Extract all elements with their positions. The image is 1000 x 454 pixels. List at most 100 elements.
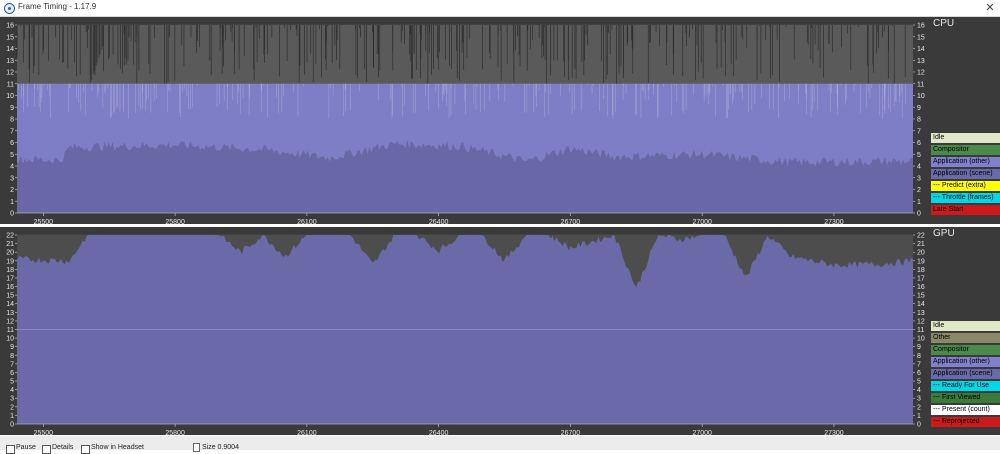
y-tick-label-left: 13 bbox=[6, 58, 14, 65]
legend-item: Compositor bbox=[931, 345, 1000, 355]
y-tick-label-left: 4 bbox=[10, 387, 14, 394]
x-tick-label: 26100 bbox=[297, 219, 317, 224]
y-tick-label-right: 0 bbox=[917, 422, 921, 429]
y-tick-label-left: 7 bbox=[10, 361, 14, 368]
y-tick-label-right: 2 bbox=[917, 404, 921, 411]
y-tick-label-right: 12 bbox=[917, 70, 925, 77]
y-tick-label-left: 12 bbox=[6, 70, 14, 77]
y-tick-label-left: 7 bbox=[10, 128, 14, 135]
y-tick-label-left: 11 bbox=[7, 81, 14, 88]
y-tick-label-left: 9 bbox=[10, 105, 14, 112]
y-tick-label-right: 10 bbox=[917, 93, 925, 100]
y-tick-label-left: 14 bbox=[6, 301, 14, 308]
y-tick-label-right: 19 bbox=[917, 258, 925, 265]
y-tick-label-right: 14 bbox=[917, 46, 925, 53]
y-tick-label-left: 3 bbox=[10, 175, 14, 182]
y-tick-label-left: 5 bbox=[10, 152, 14, 159]
legend-item: --- First Viewed bbox=[931, 393, 1000, 403]
y-tick-label-right: 4 bbox=[917, 387, 921, 394]
legend-item: Application (other) bbox=[931, 357, 1000, 367]
y-tick-label-left: 0 bbox=[10, 211, 14, 218]
y-tick-label-right: 8 bbox=[917, 353, 921, 360]
y-tick-label-left: 4 bbox=[10, 164, 14, 171]
y-tick-label-right: 1 bbox=[917, 199, 921, 206]
y-tick-label-left: 12 bbox=[6, 318, 14, 325]
y-tick-label-right: 16 bbox=[917, 23, 925, 30]
y-tick-label-left: 19 bbox=[6, 258, 14, 265]
y-tick-label-left: 21 bbox=[6, 241, 14, 248]
title-bar: Frame Timing - 1.17.9 ✕ bbox=[0, 0, 1000, 17]
y-tick-label-left: 1 bbox=[10, 413, 14, 420]
y-tick-label-right: 3 bbox=[917, 175, 921, 182]
close-button[interactable]: ✕ bbox=[982, 0, 998, 16]
y-tick-label-left: 8 bbox=[10, 117, 14, 124]
y-tick-label-left: 2 bbox=[10, 187, 14, 194]
y-tick-label-right: 6 bbox=[917, 140, 921, 147]
y-tick-label-right: 7 bbox=[917, 128, 921, 135]
y-tick-label-right: 21 bbox=[917, 241, 925, 248]
y-tick-label-right: 8 bbox=[917, 117, 921, 124]
gpu-panel: 0 0 1 1 2 2 3 3 4 4 5 5 6 6 7 7 8 8 9 9 10 10 11 11 12 12 13 13 14 14… bbox=[0, 227, 1000, 435]
y-tick-label-right: 7 bbox=[917, 361, 921, 368]
y-tick-label-right: 9 bbox=[917, 344, 921, 351]
y-tick-label-left: 17 bbox=[6, 275, 14, 282]
y-tick-label-right: 20 bbox=[917, 250, 925, 257]
x-tick-label: 25800 bbox=[165, 219, 185, 224]
legend-item: --- Present (count) bbox=[931, 405, 1000, 415]
y-tick-label-left: 14 bbox=[6, 46, 14, 53]
app-icon bbox=[4, 3, 15, 14]
x-tick-label: 27000 bbox=[692, 430, 712, 435]
y-tick-label-right: 17 bbox=[917, 275, 925, 282]
y-tick-label-left: 18 bbox=[6, 267, 14, 274]
y-tick-label-left: 15 bbox=[6, 293, 14, 300]
y-tick-label-left: 10 bbox=[6, 93, 14, 100]
y-tick-label-right: 5 bbox=[917, 152, 921, 159]
y-tick-label-left: 5 bbox=[10, 379, 14, 386]
legend-item: --- Throttle (frames) bbox=[931, 193, 1000, 203]
cpu-chart: 0 01 12 23 34 45 56 67 78 89 910 1011 1112 1213 1314 14… bbox=[6, 23, 925, 225]
y-tick-label-right: 18 bbox=[917, 267, 925, 274]
x-tick-label: 26400 bbox=[429, 430, 449, 435]
window-title: Frame Timing - 1.17.9 bbox=[18, 2, 97, 11]
cpu-panel: 0 0 1 1 2 2 3 3 4 4 5 5 6 6 7 7 8 8 9 9 10 10 11 11 12 12 13 13 14 14… bbox=[0, 17, 1000, 224]
scale-slider-thumb[interactable] bbox=[193, 443, 200, 452]
y-tick-label-left: 16 bbox=[6, 23, 14, 30]
bottom-controls: Pause Details Show in Headset Size 0.900… bbox=[0, 436, 1000, 454]
y-tick-label-left: 16 bbox=[6, 284, 14, 291]
legend-item: --- Predict (extra) bbox=[931, 181, 1000, 191]
y-tick-label-right: 10 bbox=[917, 336, 925, 343]
legend-item: Other bbox=[931, 333, 1000, 343]
x-tick-label: 26700 bbox=[561, 430, 581, 435]
x-tick-label: 27300 bbox=[824, 219, 844, 224]
y-tick-label-left: 11 bbox=[7, 327, 14, 334]
x-tick-label: 27000 bbox=[692, 219, 712, 224]
y-tick-label-right: 15 bbox=[917, 293, 925, 300]
legend-item: --- Reprojected bbox=[931, 417, 1000, 427]
y-tick-label-left: 6 bbox=[10, 140, 14, 147]
legend-item: Application (other) bbox=[931, 157, 1000, 167]
legend-item: Late Start bbox=[931, 205, 1000, 215]
y-tick-label-left: 20 bbox=[6, 250, 14, 257]
legend-item: --- Ready For Use bbox=[931, 381, 1000, 391]
y-tick-label-right: 1 bbox=[917, 413, 921, 420]
x-tick-label: 26100 bbox=[297, 430, 317, 435]
cpu-panel-title: CPU bbox=[933, 18, 955, 29]
x-tick-label: 26700 bbox=[561, 219, 581, 224]
y-tick-label-right: 15 bbox=[917, 34, 925, 41]
gpu-panel-title: GPU bbox=[933, 228, 955, 239]
y-tick-label-right: 2 bbox=[917, 187, 921, 194]
legend-item: Application (scene) bbox=[931, 169, 1000, 179]
y-tick-label-left: 3 bbox=[10, 396, 14, 403]
y-tick-label-right: 9 bbox=[917, 105, 921, 112]
y-tick-label-left: 8 bbox=[10, 353, 14, 360]
y-tick-label-right: 4 bbox=[917, 164, 921, 171]
x-tick-label: 25500 bbox=[34, 219, 54, 224]
y-tick-label-left: 13 bbox=[6, 310, 14, 317]
y-tick-label-right: 13 bbox=[917, 58, 925, 65]
y-tick-label-right: 0 bbox=[917, 211, 921, 218]
x-tick-label: 26400 bbox=[429, 219, 449, 224]
y-tick-label-right: 16 bbox=[917, 284, 925, 291]
y-tick-label-right: 11 bbox=[917, 327, 924, 334]
y-tick-label-right: 12 bbox=[917, 318, 925, 325]
y-tick-label-left: 22 bbox=[6, 233, 14, 240]
